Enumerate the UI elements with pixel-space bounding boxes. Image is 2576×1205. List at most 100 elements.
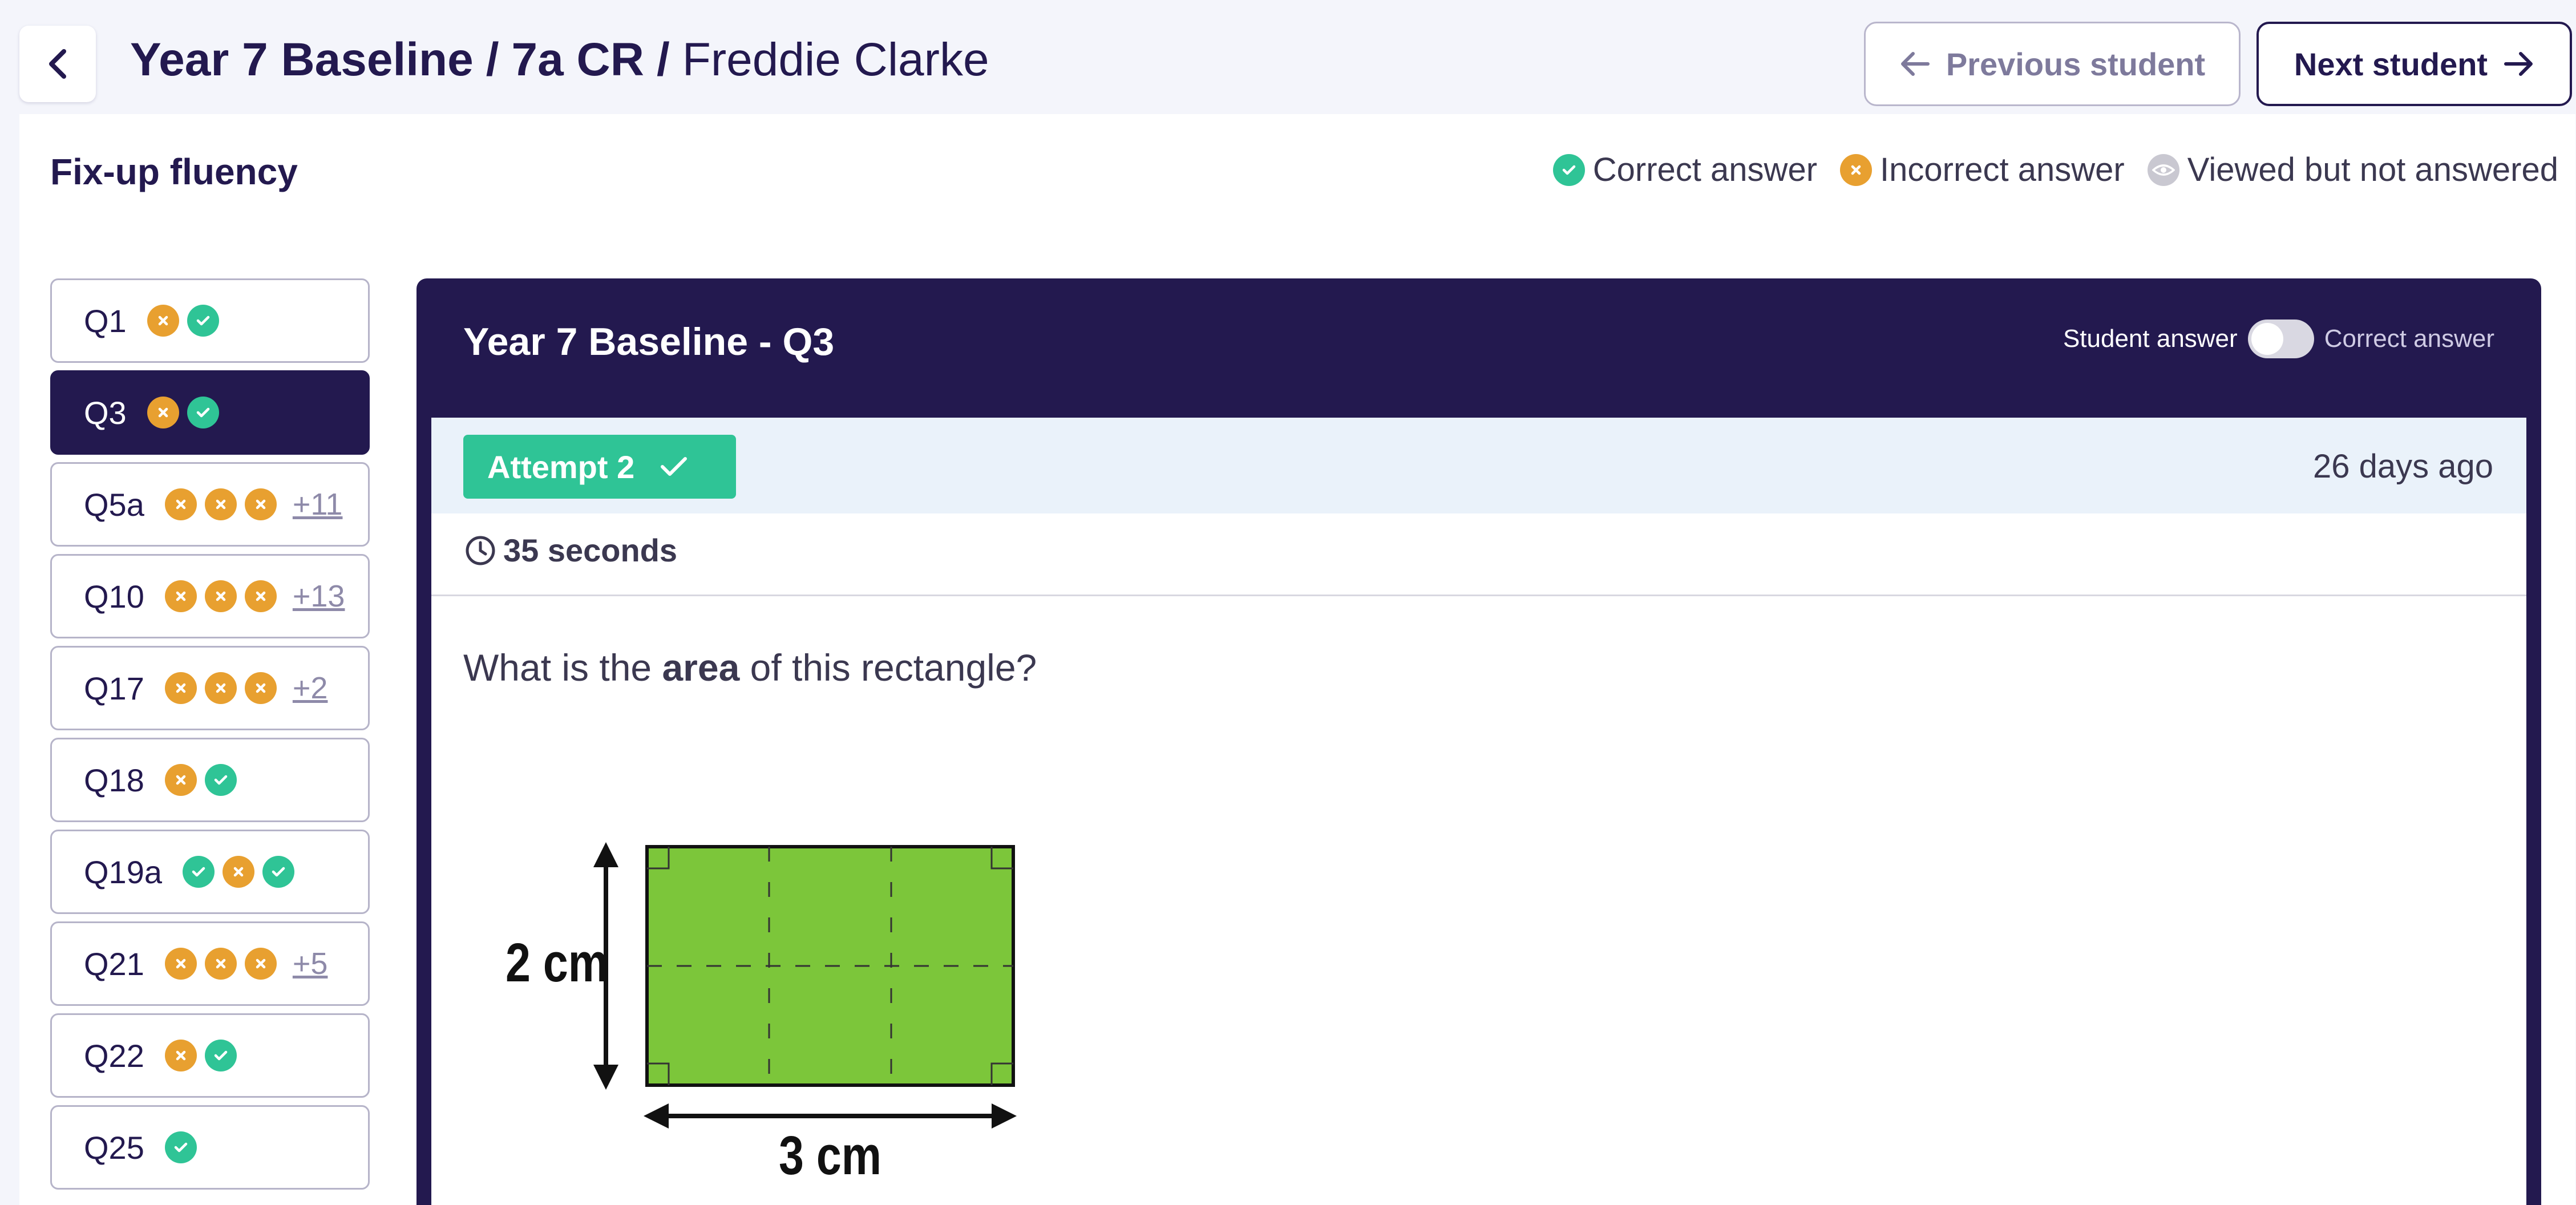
question-item-q5a[interactable]: Q5a +11 [50,462,370,547]
back-button[interactable] [19,26,96,102]
top-header: Year 7 Baseline / 7a CR / Freddie Clarke… [0,0,2576,114]
question-item-label: Q17 [84,670,144,706]
legend-correct: Correct answer [1552,151,1818,189]
width-label: 3 cm [779,1125,881,1182]
next-student-button[interactable]: Next student [2256,22,2572,106]
x-circle-icon [204,672,237,704]
question-item-q10[interactable]: Q10 +13 [50,554,370,638]
x-circle-icon [204,580,237,612]
chevron-left-icon [49,49,66,79]
question-item-label: Q10 [84,578,144,614]
question-item-label: Q18 [84,762,144,798]
attempt-bar: Attempt 2 26 days ago [431,418,2526,513]
question-text-post: of this rectangle? [739,646,1037,689]
attempt-badge: Attempt 2 [463,435,736,499]
breadcrumb-separator: / [656,34,670,86]
x-circle-icon [244,488,277,520]
divider [431,595,2526,596]
question-text-pre: What is the [463,646,662,689]
question-item-label: Q19a [84,854,162,890]
x-circle-icon [244,580,277,612]
x-circle-icon [1840,153,1873,186]
clock-icon [466,536,495,565]
legend-correct-label: Correct answer [1592,151,1818,188]
arrow-left-icon [1900,52,1930,76]
question-item-q21[interactable]: Q21 +5 [50,921,370,1006]
more-attempts-link[interactable]: +13 [293,579,345,614]
question-item-label: Q25 [84,1129,144,1166]
question-item-q25[interactable]: Q25 [50,1105,370,1190]
question-item-label: Q21 [84,945,144,982]
duration-row: 35 seconds [463,532,677,569]
check-circle-icon [204,764,237,796]
question-item-q22[interactable]: Q22 [50,1013,370,1098]
check-circle-icon [187,305,219,337]
check-circle-icon [187,397,219,428]
more-attempts-link[interactable]: +11 [293,487,343,522]
x-circle-icon [164,488,197,520]
question-item-label: Q1 [84,302,127,339]
question-item-q3[interactable]: Q3 [50,370,370,455]
breadcrumb-class[interactable]: 7a CR [512,33,644,87]
x-circle-icon [204,948,237,980]
question-text: What is the area of this rectangle? [463,646,1037,689]
check-circle-icon [1552,153,1585,186]
legend-incorrect-label: Incorrect answer [1880,151,2125,188]
question-list: Q1 Q3 Q5a +11 Q10 +13 Q17 +2 Q18 Q19a Q21 +5 Q22 Q25 [50,278,370,1197]
x-circle-icon [164,948,197,980]
attempt-time-ago: 26 days ago [2312,448,2493,485]
question-item-q19a[interactable]: Q19a [50,830,370,914]
height-label: 2 cm [506,932,608,993]
arrow-right-icon [2504,52,2533,76]
rectangle-figure: 2 cm 3 cm [506,842,1017,1182]
section-title: Fix-up fluency [50,151,298,192]
breadcrumb-separator: / [486,34,499,86]
more-attempts-link[interactable]: +2 [293,670,328,706]
check-circle-icon [164,1131,197,1163]
eye-icon [2147,153,2179,186]
more-attempts-link[interactable]: +5 [293,946,328,981]
question-card: Year 7 Baseline - Q3 Student answer Corr… [416,278,2541,1205]
toggle-knob [2251,323,2283,355]
legend: Correct answer Incorrect answer Viewed b… [1552,151,2558,189]
correct-answer-label: Correct answer [2324,325,2494,353]
main-panel: Fix-up fluency Correct answer Incorrect … [19,114,2575,1205]
question-item-q1[interactable]: Q1 [50,278,370,363]
question-item-q18[interactable]: Q18 [50,738,370,822]
x-circle-icon [164,672,197,704]
check-circle-icon [183,856,215,888]
x-circle-icon [204,488,237,520]
answer-toggle[interactable] [2247,320,2314,358]
x-circle-icon [244,672,277,704]
question-text-bold: area [662,646,740,689]
question-item-label: Q3 [84,394,127,431]
x-circle-icon [164,764,197,796]
answer-toggle-group: Student answer Correct answer [2063,320,2494,358]
x-circle-icon [223,856,254,888]
breadcrumb-assessment[interactable]: Year 7 Baseline [130,33,474,87]
question-item-q17[interactable]: Q17 +2 [50,646,370,730]
previous-student-button[interactable]: Previous student [1864,22,2241,106]
x-circle-icon [164,1040,197,1071]
check-icon [661,457,688,476]
x-circle-icon [147,397,179,428]
student-answer-label: Student answer [2063,325,2238,353]
question-item-label: Q22 [84,1037,144,1074]
question-card-title: Year 7 Baseline - Q3 [463,320,835,363]
next-student-label: Next student [2294,46,2488,82]
attempt-panel: Attempt 2 26 days ago 35 seconds What is… [431,418,2526,1205]
breadcrumb-student: Freddie Clarke [682,34,989,86]
question-item-label: Q5a [84,486,144,523]
x-circle-icon [147,305,179,337]
previous-student-label: Previous student [1946,46,2206,82]
legend-viewed: Viewed but not answered [2147,151,2558,189]
check-circle-icon [204,1040,237,1071]
attempt-label: Attempt 2 [487,448,635,485]
legend-viewed-label: Viewed but not answered [2187,151,2558,188]
x-circle-icon [164,580,197,612]
check-circle-icon [262,856,294,888]
legend-incorrect: Incorrect answer [1840,151,2125,189]
breadcrumb: Year 7 Baseline / 7a CR / Freddie Clarke [130,29,989,91]
x-circle-icon [244,948,277,980]
duration-value: 35 seconds [503,532,678,568]
